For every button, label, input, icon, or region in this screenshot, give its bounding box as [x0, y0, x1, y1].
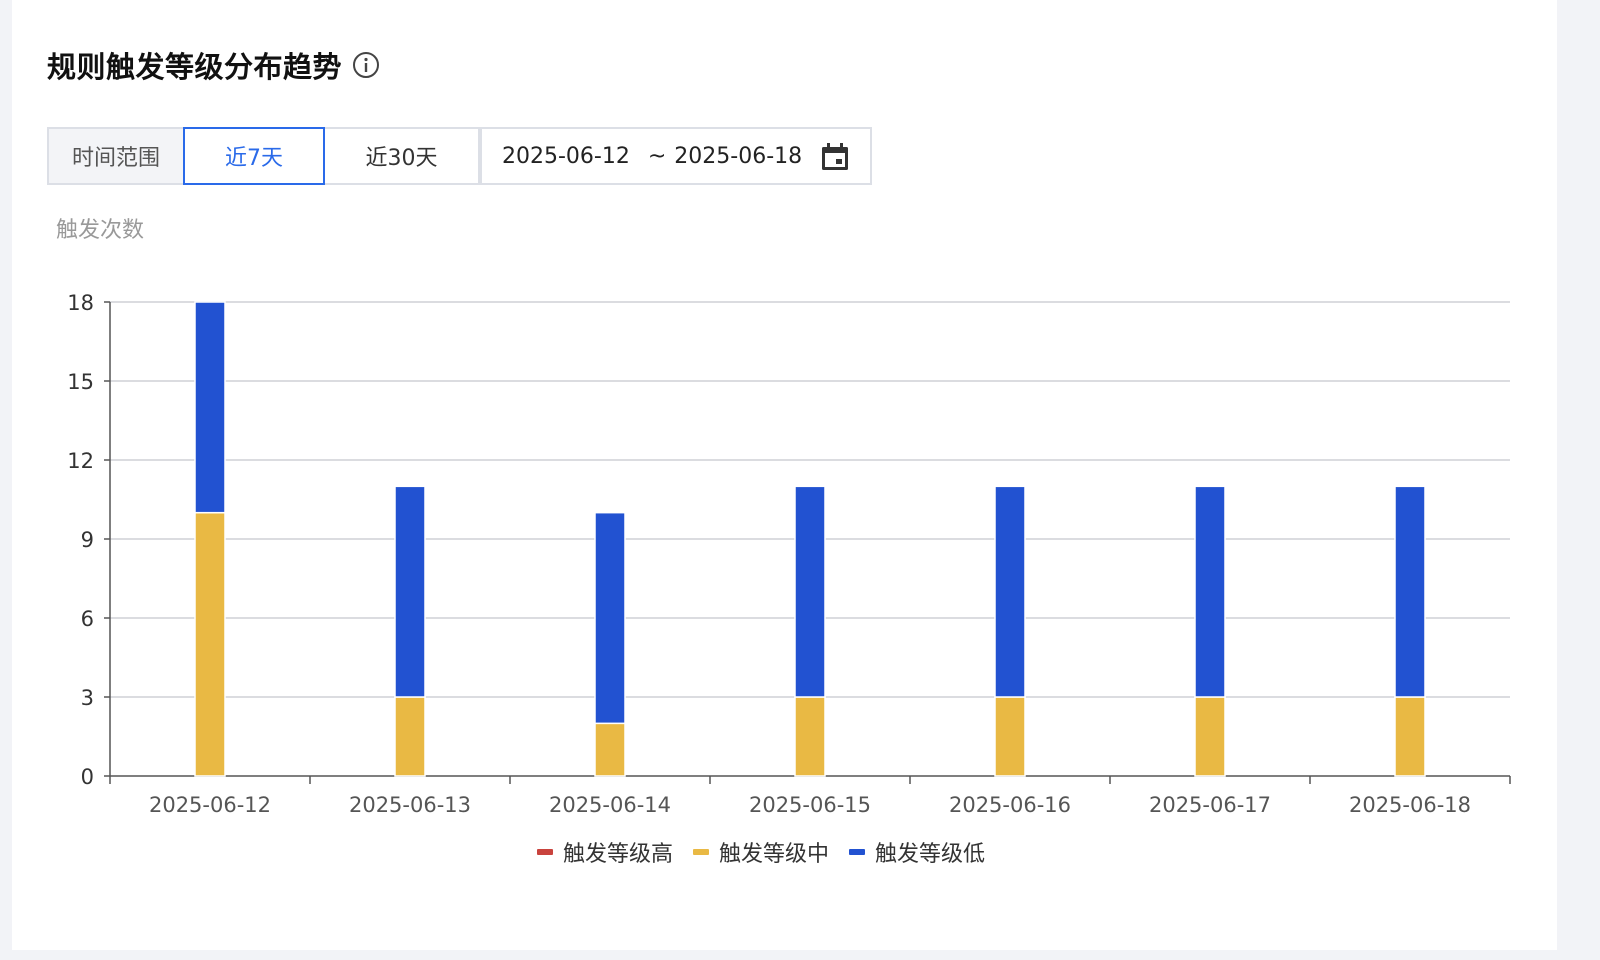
- bar-2025-06-14-series-2: [594, 511, 626, 725]
- legend-swatch-high: [537, 849, 553, 855]
- y-tick-label-3: 3: [81, 686, 94, 710]
- bar-2025-06-18-series-1: [1394, 696, 1426, 777]
- x-tick-label-2025-06-17: 2025-06-17: [1149, 793, 1271, 817]
- legend-label-low: 触发等级低: [875, 842, 986, 867]
- legend-label-mid: 触发等级中: [719, 842, 830, 867]
- bar-2025-06-17-series-1: [1194, 696, 1226, 777]
- x-tick-label-2025-06-18: 2025-06-18: [1349, 793, 1471, 817]
- bar-2025-06-18-series-2: [1394, 485, 1426, 698]
- chart-legend: 触发等级高 触发等级中 触发等级低: [537, 836, 1005, 868]
- legend-item-high[interactable]: 触发等级高: [537, 836, 673, 868]
- x-tick-label-2025-06-15: 2025-06-15: [749, 793, 871, 817]
- y-tick-label-6: 6: [81, 607, 94, 631]
- stacked-bar-chart: 0 3 6 9 12 15 18 2025-06-12 2025-06-13 2025-06-14…: [67, 291, 1511, 817]
- y-tick-label-9: 9: [81, 528, 94, 552]
- legend-item-mid[interactable]: 触发等级中: [693, 836, 829, 868]
- y-tick-label-12: 12: [67, 449, 94, 473]
- y-tick-label-0: 0: [81, 765, 94, 789]
- bar-2025-06-13-series-1: [394, 696, 426, 777]
- y-tick-label-15: 15: [67, 370, 94, 394]
- bar-2025-06-16-series-1: [994, 696, 1026, 777]
- bar-2025-06-15-series-2: [794, 485, 826, 698]
- bar-2025-06-13-series-2: [394, 485, 426, 698]
- legend-swatch-low: [849, 849, 866, 855]
- bar-2025-06-17-series-2: [1194, 485, 1226, 698]
- x-tick-label-2025-06-13: 2025-06-13: [349, 793, 471, 817]
- x-tick-label-2025-06-14: 2025-06-14: [549, 793, 671, 817]
- x-tick-label-2025-06-16: 2025-06-16: [949, 793, 1071, 817]
- y-tick-label-18: 18: [67, 291, 94, 315]
- bar-2025-06-12-series-1: [194, 511, 226, 777]
- legend-item-low[interactable]: 触发等级低: [849, 836, 985, 868]
- x-tick-label-2025-06-12: 2025-06-12: [149, 793, 271, 817]
- bar-2025-06-12-series-2: [194, 301, 226, 514]
- bar-2025-06-15-series-1: [794, 696, 826, 777]
- bar-2025-06-16-series-2: [994, 485, 1026, 698]
- legend-label-high: 触发等级高: [563, 842, 674, 867]
- legend-swatch-mid: [693, 849, 710, 855]
- bar-2025-06-14-series-1: [594, 722, 626, 777]
